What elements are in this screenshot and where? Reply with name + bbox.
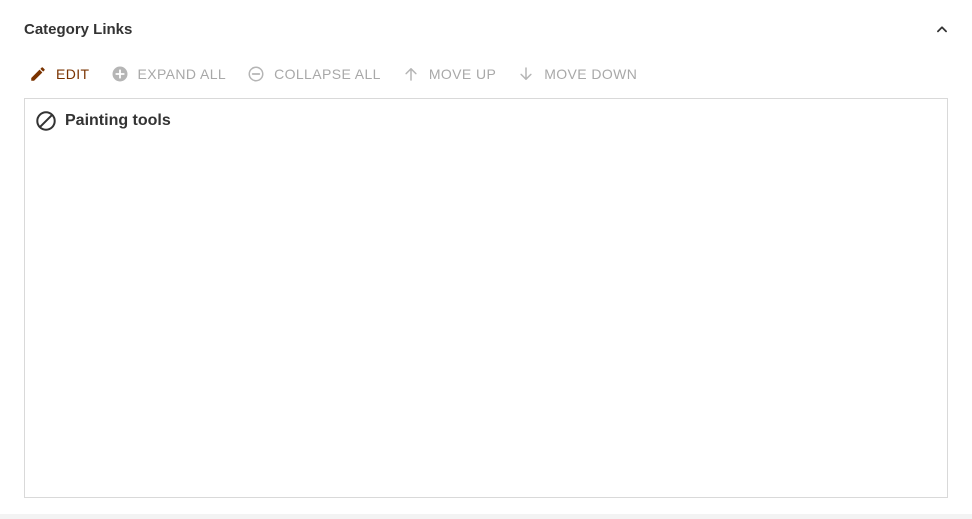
collapse-all-button[interactable]: COLLAPSE ALL	[246, 64, 381, 84]
plus-circle-icon	[110, 64, 130, 84]
expand-all-label: EXPAND ALL	[137, 66, 227, 82]
expand-all-button[interactable]: EXPAND ALL	[110, 64, 227, 84]
section-header: Category Links	[24, 17, 948, 41]
edit-button[interactable]: EDIT	[28, 64, 90, 84]
collapse-section-button[interactable]	[930, 17, 954, 41]
collapse-all-label: COLLAPSE ALL	[274, 66, 381, 82]
panel-bottom-edge	[0, 514, 972, 519]
tree-toolbar: EDIT EXPAND ALL COLLAPSE ALL MOVE UP MOV…	[28, 62, 657, 86]
block-icon	[34, 109, 58, 133]
pencil-icon	[28, 64, 48, 84]
tree-item-painting-tools[interactable]: Painting tools	[34, 109, 171, 133]
arrow-down-icon	[516, 64, 536, 84]
minus-circle-icon	[246, 64, 266, 84]
move-up-button[interactable]: MOVE UP	[401, 64, 496, 84]
chevron-up-icon	[937, 26, 947, 33]
tree-item-label: Painting tools	[65, 112, 171, 129]
move-up-label: MOVE UP	[428, 66, 497, 82]
arrow-up-icon	[401, 64, 421, 84]
category-tree[interactable]: Painting tools	[24, 98, 948, 498]
edit-label: EDIT	[56, 66, 90, 82]
move-down-label: MOVE DOWN	[544, 66, 638, 82]
category-links-panel: Category Links EDIT EXPAND ALL COLLAPSE …	[0, 0, 972, 519]
move-down-button[interactable]: MOVE DOWN	[516, 64, 637, 84]
section-title: Category Links	[24, 20, 133, 38]
